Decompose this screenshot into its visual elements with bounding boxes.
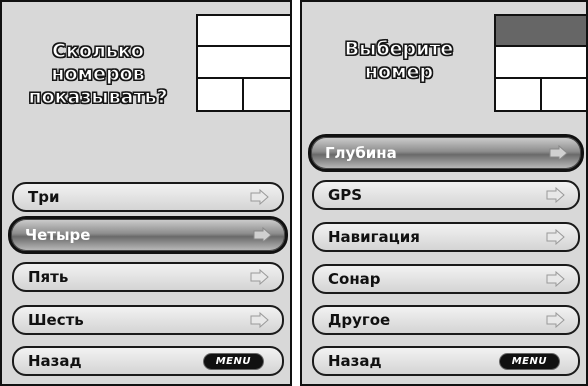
chevron-right-icon	[549, 145, 568, 161]
layout-cell-middle	[496, 47, 586, 79]
menu-item-sonar[interactable]: Сонар	[312, 264, 580, 294]
right-prompt: Выберите номер	[302, 38, 496, 84]
menu-item-four[interactable]: Четыре	[8, 216, 288, 254]
menu-item-other[interactable]: Другое	[312, 305, 580, 335]
menu-item-label: Шесть	[28, 311, 84, 329]
menu-item-label: Другое	[328, 311, 391, 329]
back-label: Назад	[28, 352, 82, 370]
prompt-line: Выберите	[344, 38, 454, 61]
back-item[interactable]: Назад MENU	[12, 346, 284, 376]
layout-cell-bottom-right	[244, 79, 290, 110]
menu-item-navigation[interactable]: Навигация	[312, 222, 580, 252]
chevron-right-icon	[546, 271, 565, 287]
chevron-right-icon	[253, 227, 272, 243]
layout-cell-middle	[198, 47, 290, 79]
left-prompt: Сколько номеров показывать?	[2, 40, 194, 109]
back-item[interactable]: Назад MENU	[312, 346, 580, 376]
menu-item-label: Глубина	[325, 144, 397, 162]
chevron-right-icon	[250, 189, 269, 205]
prompt-line: Сколько	[52, 40, 145, 63]
layout-preview	[494, 14, 586, 112]
layout-cell-bottom-left	[496, 79, 542, 110]
chevron-right-icon	[546, 187, 565, 203]
layout-cell-bottom-left	[198, 79, 244, 110]
layout-cell-bottom-right	[542, 79, 586, 110]
back-label: Назад	[328, 352, 382, 370]
menu-item-six[interactable]: Шесть	[12, 305, 284, 335]
menu-item-three[interactable]: Три	[12, 182, 284, 212]
menu-item-gps[interactable]: GPS	[312, 180, 580, 210]
chevron-right-icon	[250, 312, 269, 328]
menu-item-label: Пять	[28, 268, 69, 286]
prompt-line: номеров	[51, 63, 145, 86]
menu-button[interactable]: MENU	[498, 352, 560, 370]
menu-item-five[interactable]: Пять	[12, 262, 284, 292]
layout-preview	[196, 14, 290, 112]
menu-item-label: GPS	[328, 186, 363, 204]
menu-button[interactable]: MENU	[202, 352, 264, 370]
right-screen: Выберите номер Глубина GPS Навигация Сон…	[300, 0, 588, 386]
prompt-line: показывать?	[28, 86, 168, 109]
chevron-right-icon	[546, 229, 565, 245]
menu-item-label: Навигация	[328, 228, 420, 246]
layout-cell-top	[198, 16, 290, 47]
menu-item-label: Три	[28, 188, 60, 206]
layout-cell-top-highlighted	[496, 16, 586, 47]
left-screen: Сколько номеров показывать? Три Четыре П…	[0, 0, 292, 386]
chevron-right-icon	[546, 312, 565, 328]
prompt-line: номер	[364, 61, 434, 84]
chevron-right-icon	[250, 269, 269, 285]
menu-item-label: Сонар	[328, 270, 381, 288]
menu-item-depth[interactable]: Глубина	[308, 134, 584, 172]
menu-item-label: Четыре	[25, 226, 91, 244]
